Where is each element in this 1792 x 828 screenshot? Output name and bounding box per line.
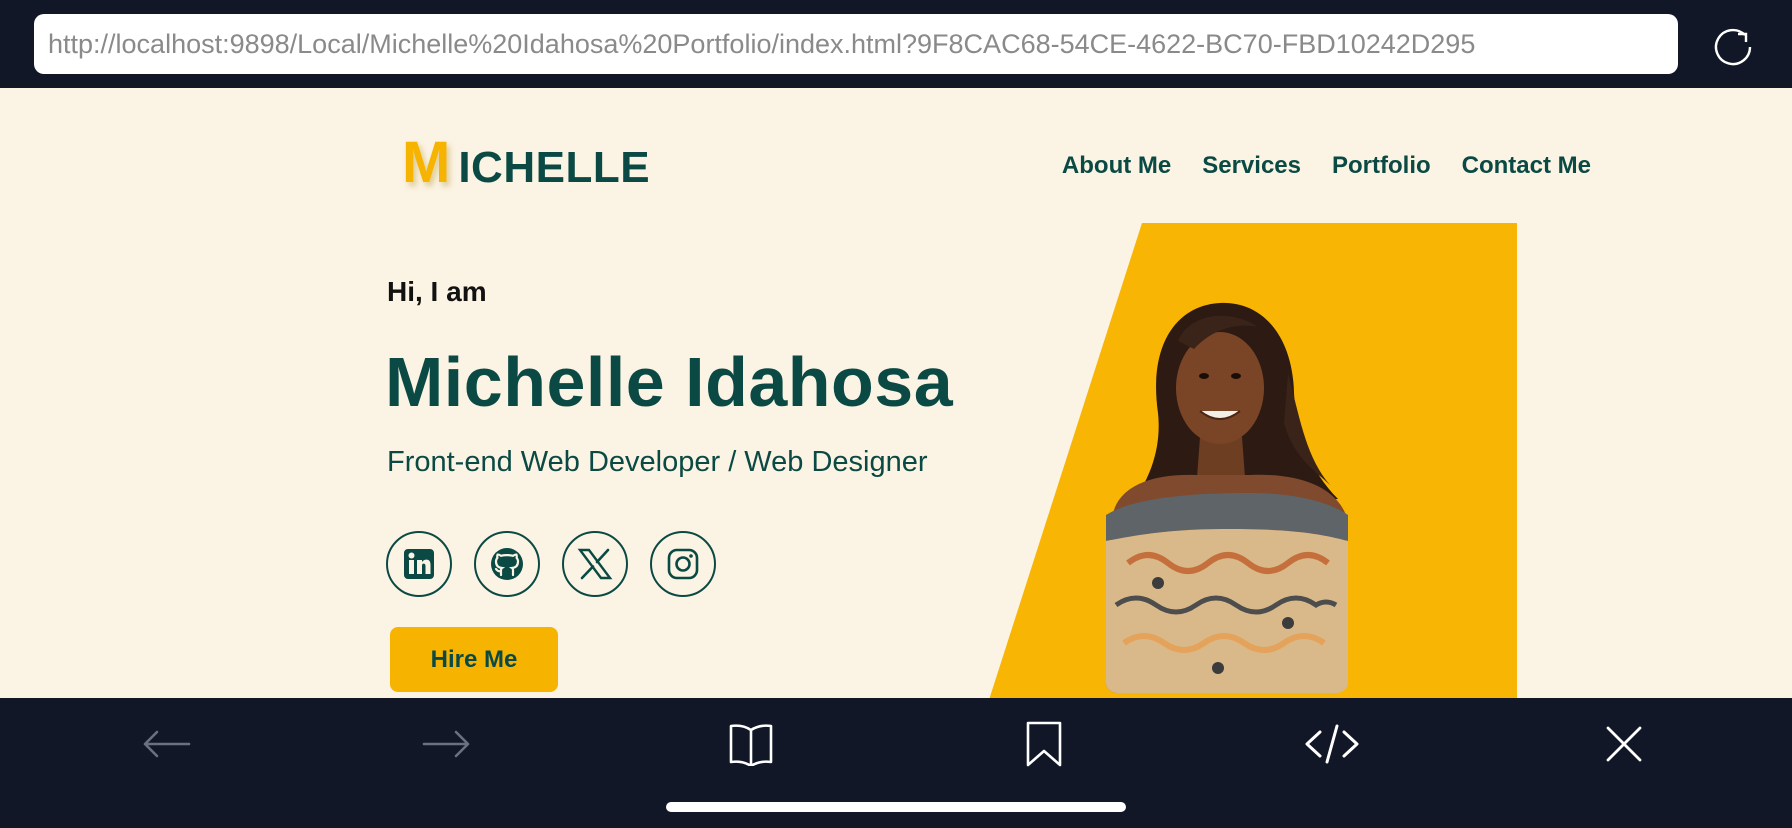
- nav-services[interactable]: Services: [1202, 152, 1301, 180]
- forward-arrow-icon: [422, 730, 470, 758]
- reload-button[interactable]: [1710, 24, 1756, 70]
- address-bar[interactable]: http://localhost:9898/Local/Michelle%20I…: [34, 14, 1678, 74]
- logo-text: ICHELLE: [458, 143, 651, 192]
- linkedin-icon: [404, 549, 434, 579]
- social-links: [386, 531, 716, 597]
- home-indicator: [666, 802, 1126, 812]
- browser-top-bar: http://localhost:9898/Local/Michelle%20I…: [0, 0, 1792, 88]
- x-link[interactable]: [562, 531, 628, 597]
- browser-bottom-toolbar: [0, 698, 1792, 828]
- site-logo[interactable]: M ICHELLE: [402, 134, 650, 192]
- nav-contact-me[interactable]: Contact Me: [1462, 152, 1591, 180]
- hero-name: Michelle Idahosa: [385, 343, 954, 421]
- hero-greeting: Hi, I am: [387, 276, 487, 307]
- nav-about-me[interactable]: About Me: [1062, 152, 1171, 180]
- bookmark-icon: [1026, 721, 1062, 767]
- back-button[interactable]: [138, 716, 194, 772]
- instagram-icon: [667, 548, 699, 580]
- linkedin-link[interactable]: [386, 531, 452, 597]
- hero-portrait: [989, 223, 1517, 698]
- instagram-link[interactable]: [650, 531, 716, 597]
- view-source-button[interactable]: [1304, 716, 1360, 772]
- nav-portfolio[interactable]: Portfolio: [1332, 152, 1431, 180]
- github-link[interactable]: [474, 531, 540, 597]
- book-icon: [729, 724, 773, 766]
- logo-initial: M: [402, 130, 451, 195]
- url-text: http://localhost:9898/Local/Michelle%20I…: [48, 28, 1476, 59]
- back-arrow-icon: [143, 730, 191, 758]
- x-icon: [577, 548, 613, 580]
- github-icon: [491, 548, 523, 580]
- reload-icon: [1714, 28, 1752, 66]
- hire-me-button[interactable]: Hire Me: [390, 627, 558, 692]
- forward-button[interactable]: [419, 716, 475, 772]
- close-button[interactable]: [1596, 716, 1652, 772]
- code-icon: [1305, 724, 1359, 764]
- bookmark-button[interactable]: [1016, 716, 1072, 772]
- hero-role: Front-end Web Developer / Web Designer: [387, 446, 928, 478]
- page-viewport: M ICHELLE About Me Services Portfolio Co…: [0, 88, 1792, 698]
- reading-list-button[interactable]: [723, 716, 779, 772]
- main-nav: About Me Services Portfolio Contact Me: [1062, 152, 1591, 180]
- close-icon: [1606, 726, 1642, 762]
